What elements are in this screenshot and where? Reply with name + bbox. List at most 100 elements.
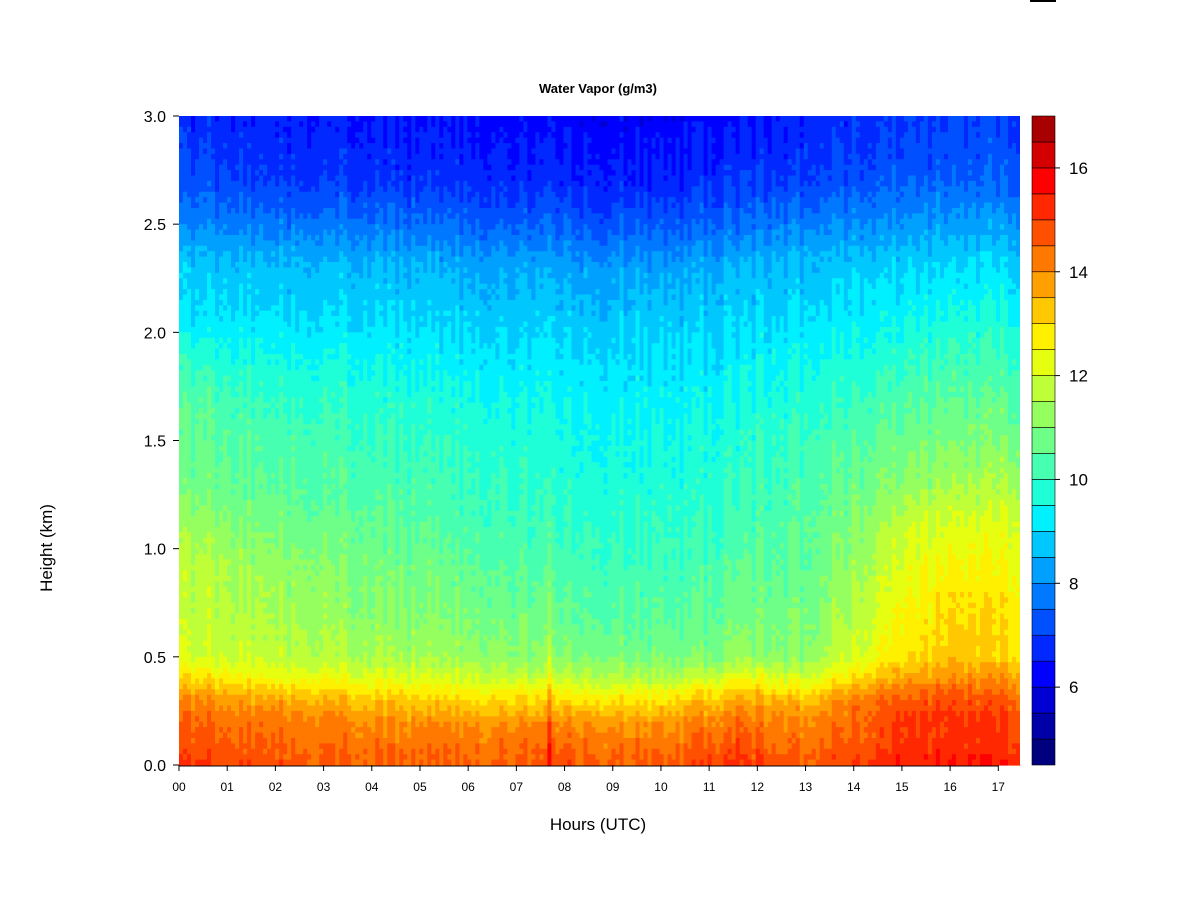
- heatmap-cell: [271, 132, 276, 139]
- heatmap-cell: [247, 727, 252, 734]
- heatmap-cell: [291, 180, 296, 187]
- heatmap-cell: [339, 505, 344, 512]
- heatmap-cell: [335, 721, 340, 728]
- heatmap-cell: [187, 278, 192, 285]
- heatmap-cell: [259, 472, 264, 479]
- heatmap-cell: [179, 116, 184, 123]
- heatmap-cell: [303, 451, 308, 458]
- heatmap-cell: [191, 143, 196, 150]
- heatmap-cell: [283, 478, 288, 485]
- heatmap-cell: [187, 305, 192, 312]
- heatmap-cell: [223, 440, 228, 447]
- heatmap-cell: [199, 591, 204, 598]
- heatmap-cell: [287, 245, 292, 252]
- heatmap-cell: [287, 435, 292, 442]
- heatmap-cell: [199, 348, 204, 355]
- heatmap-cell: [211, 554, 216, 561]
- heatmap-cell: [279, 289, 284, 296]
- heatmap-cell: [179, 191, 184, 198]
- heatmap-cell: [319, 548, 324, 555]
- heatmap-cell: [299, 397, 304, 404]
- heatmap-cell: [243, 143, 248, 150]
- heatmap-cell: [247, 737, 252, 744]
- heatmap-cell: [271, 732, 276, 739]
- heatmap-cell: [243, 608, 248, 615]
- heatmap-cell: [335, 424, 340, 431]
- heatmap-cell: [319, 678, 324, 685]
- heatmap-cell: [215, 521, 220, 528]
- heatmap-cell: [267, 116, 272, 123]
- heatmap-cell: [331, 624, 336, 631]
- heatmap-cell: [191, 581, 196, 588]
- heatmap-cell: [243, 624, 248, 631]
- heatmap-cell: [199, 754, 204, 761]
- heatmap-cell: [211, 494, 216, 501]
- heatmap-cell: [271, 229, 276, 236]
- heatmap-cell: [227, 700, 232, 707]
- heatmap-cell: [287, 153, 292, 160]
- heatmap-cell: [251, 218, 256, 225]
- heatmap-cell: [287, 581, 292, 588]
- heatmap-cell: [275, 499, 280, 506]
- heatmap-cell: [247, 435, 252, 442]
- heatmap-cell: [215, 721, 220, 728]
- heatmap-cell: [323, 326, 328, 333]
- heatmap-cell: [327, 381, 332, 388]
- heatmap-cell: [279, 170, 284, 177]
- heatmap-cell: [235, 229, 240, 236]
- heatmap-cell: [303, 218, 308, 225]
- heatmap-cell: [251, 737, 256, 744]
- heatmap-cell: [223, 159, 228, 166]
- heatmap-cell: [299, 494, 304, 501]
- heatmap-cell: [287, 554, 292, 561]
- heatmap-cell: [323, 678, 328, 685]
- heatmap-cell: [255, 116, 260, 123]
- heatmap-cell: [339, 137, 344, 144]
- heatmap-cell: [279, 737, 284, 744]
- heatmap-cell: [223, 656, 228, 663]
- heatmap-cell: [239, 402, 244, 409]
- heatmap-cell: [255, 197, 260, 204]
- heatmap-cell: [335, 207, 340, 214]
- heatmap-cell: [343, 462, 348, 469]
- heatmap-cell: [283, 391, 288, 398]
- heatmap-cell: [239, 467, 244, 474]
- heatmap-cell: [191, 559, 196, 566]
- heatmap-cell: [339, 126, 344, 133]
- heatmap-cell: [271, 191, 276, 198]
- heatmap-cell: [187, 489, 192, 496]
- heatmap-cell: [307, 559, 312, 566]
- heatmap-cell: [259, 316, 264, 323]
- heatmap-cell: [291, 656, 296, 663]
- heatmap-cell: [323, 234, 328, 241]
- heatmap-cell: [183, 732, 188, 739]
- heatmap-cell: [319, 640, 324, 647]
- heatmap-cell: [247, 602, 252, 609]
- heatmap-cell: [335, 716, 340, 723]
- heatmap-cell: [239, 375, 244, 382]
- heatmap-cell: [263, 694, 268, 701]
- heatmap-cell: [315, 337, 320, 344]
- heatmap-cell: [315, 424, 320, 431]
- heatmap-cell: [263, 175, 268, 182]
- heatmap-cell: [323, 408, 328, 415]
- heatmap-cell: [323, 294, 328, 301]
- heatmap-cell: [323, 721, 328, 728]
- heatmap-cell: [235, 743, 240, 750]
- heatmap-cell: [239, 613, 244, 620]
- heatmap-cell: [271, 608, 276, 615]
- heatmap-cell: [287, 429, 292, 436]
- heatmap-cell: [251, 175, 256, 182]
- heatmap-cell: [335, 521, 340, 528]
- heatmap-cell: [199, 516, 204, 523]
- heatmap-cell: [327, 527, 332, 534]
- heatmap-cell: [215, 218, 220, 225]
- heatmap-cell: [307, 229, 312, 236]
- heatmap-cell: [303, 294, 308, 301]
- heatmap-cell: [207, 613, 212, 620]
- heatmap-cell: [235, 418, 240, 425]
- heatmap-cell: [211, 213, 216, 220]
- heatmap-cell: [279, 348, 284, 355]
- heatmap-cell: [251, 137, 256, 144]
- heatmap-cell: [307, 386, 312, 393]
